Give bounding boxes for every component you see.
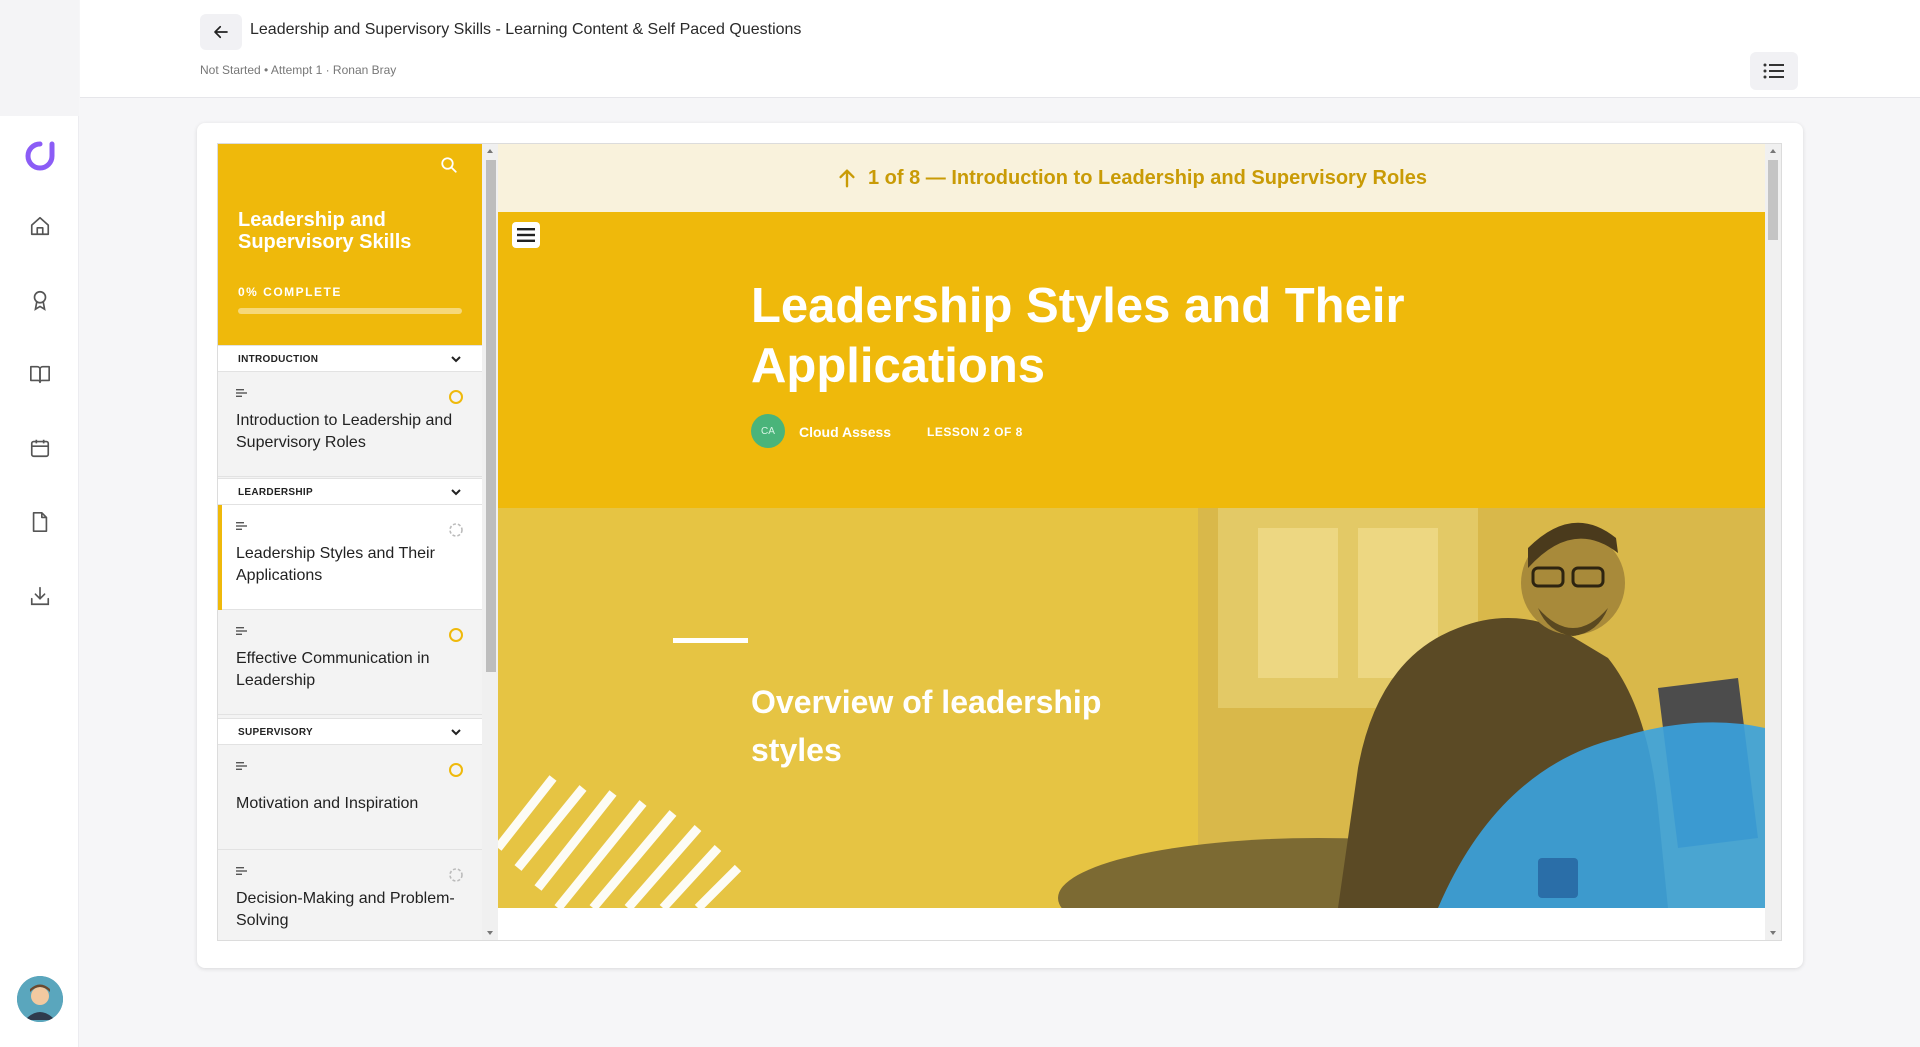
course-frame: Leadership and Supervisory Skills 0% COM…: [217, 143, 1782, 941]
heading-accent-line: [673, 638, 748, 643]
lesson-banner-image: Overview of leadership styles: [498, 508, 1765, 908]
previous-lesson-link[interactable]: 1 of 8 — Introduction to Leadership and …: [498, 144, 1765, 212]
section-supervisory[interactable]: SUPERVISORY: [218, 718, 482, 745]
scroll-up-icon[interactable]: [482, 146, 498, 156]
section-introduction[interactable]: INTRODUCTION: [218, 345, 482, 372]
content-scroll-thumb[interactable]: [1768, 160, 1778, 240]
section-label: INTRODUCTION: [238, 354, 319, 365]
lesson-item[interactable]: Decision-Making and Problem-Solving: [218, 850, 482, 940]
arrow-up-icon: [839, 169, 855, 188]
page-header: Leadership and Supervisory Skills - Lear…: [80, 0, 1920, 98]
calendar-icon[interactable]: [26, 434, 54, 462]
lesson-label: Leadership Styles and Their Applications: [236, 545, 435, 584]
document-icon[interactable]: [26, 508, 54, 536]
lesson-label: Introduction to Leadership and Superviso…: [236, 412, 453, 451]
scroll-down-icon[interactable]: [482, 928, 498, 938]
lesson-item[interactable]: Introduction to Leadership and Superviso…: [218, 372, 482, 477]
chevron-down-icon: [451, 729, 461, 736]
in-progress-icon: [449, 523, 463, 537]
avatar[interactable]: [17, 976, 63, 1022]
scroll-down-icon[interactable]: [1765, 928, 1781, 938]
search-icon[interactable]: [440, 156, 462, 178]
text-lines-icon: [236, 867, 247, 875]
sidebar-scrollbar[interactable]: [482, 144, 498, 940]
page-title: Leadership and Supervisory Skills - Lear…: [250, 21, 802, 38]
progress-label: 0% COMPLETE: [238, 285, 342, 299]
sidebar-scroll-thumb[interactable]: [486, 160, 496, 672]
list-icon: [1763, 63, 1784, 79]
section-label: LEARDERSHIP: [238, 487, 313, 498]
lesson-label: Motivation and Inspiration: [236, 795, 419, 812]
progress-bar: [238, 308, 462, 314]
in-progress-icon: [449, 868, 463, 882]
attempt-status: Not Started • Attempt 1 · Ronan Bray: [200, 63, 397, 77]
award-icon[interactable]: [26, 286, 54, 314]
outline-menu-button[interactable]: [1750, 52, 1798, 90]
lesson-content: 1 of 8 — Introduction to Leadership and …: [498, 144, 1765, 940]
logo-icon[interactable]: [24, 140, 56, 172]
text-lines-icon: [236, 522, 247, 530]
text-lines-icon: [236, 762, 247, 770]
book-icon[interactable]: [26, 360, 54, 388]
lesson-hero: Leadership Styles and Their Applications…: [498, 212, 1765, 508]
lesson-item[interactable]: Motivation and Inspiration: [218, 745, 482, 850]
previous-lesson-label: 1 of 8 — Introduction to Leadership and …: [868, 166, 1427, 189]
chevron-down-icon: [451, 356, 461, 363]
section-leardership[interactable]: LEARDERSHIP: [218, 478, 482, 505]
section-heading: Overview of leadership styles: [751, 684, 1102, 768]
lesson-label: Decision-Making and Problem-Solving: [236, 890, 455, 929]
section-label: SUPERVISORY: [238, 727, 313, 738]
chevron-down-icon: [451, 489, 461, 496]
status-ring-icon: [449, 628, 463, 642]
home-icon[interactable]: [26, 212, 54, 240]
text-lines-icon: [236, 627, 247, 635]
lesson-label: Effective Communication in Leadership: [236, 650, 430, 689]
status-ring-icon: [449, 763, 463, 777]
arrow-left-icon: [214, 25, 228, 39]
text-lines-icon: [236, 389, 247, 397]
download-icon[interactable]: [26, 582, 54, 610]
app-rail: [0, 0, 79, 1047]
course-sidebar: Leadership and Supervisory Skills 0% COM…: [218, 144, 482, 940]
status-ring-icon: [449, 390, 463, 404]
course-player-card: Leadership and Supervisory Skills 0% COM…: [197, 123, 1803, 968]
author-avatar: CA: [751, 414, 785, 448]
lesson-counter: LESSON 2 OF 8: [927, 425, 1023, 439]
author-name: Cloud Assess: [799, 424, 892, 440]
course-title: Leadership and Supervisory Skills: [238, 209, 412, 253]
lesson-item-active[interactable]: Leadership Styles and Their Applications: [218, 505, 482, 610]
course-header: Leadership and Supervisory Skills 0% COM…: [218, 144, 482, 345]
menu-toggle-button[interactable]: [512, 222, 540, 248]
content-scrollbar[interactable]: [1765, 144, 1781, 940]
lesson-item[interactable]: Effective Communication in Leadership: [218, 610, 482, 715]
back-button[interactable]: [200, 14, 242, 50]
scroll-up-icon[interactable]: [1765, 146, 1781, 156]
rail-top: [0, 0, 79, 116]
lesson-title: Leadership Styles and Their Applications: [751, 279, 1405, 393]
hamburger-icon: [517, 228, 535, 242]
